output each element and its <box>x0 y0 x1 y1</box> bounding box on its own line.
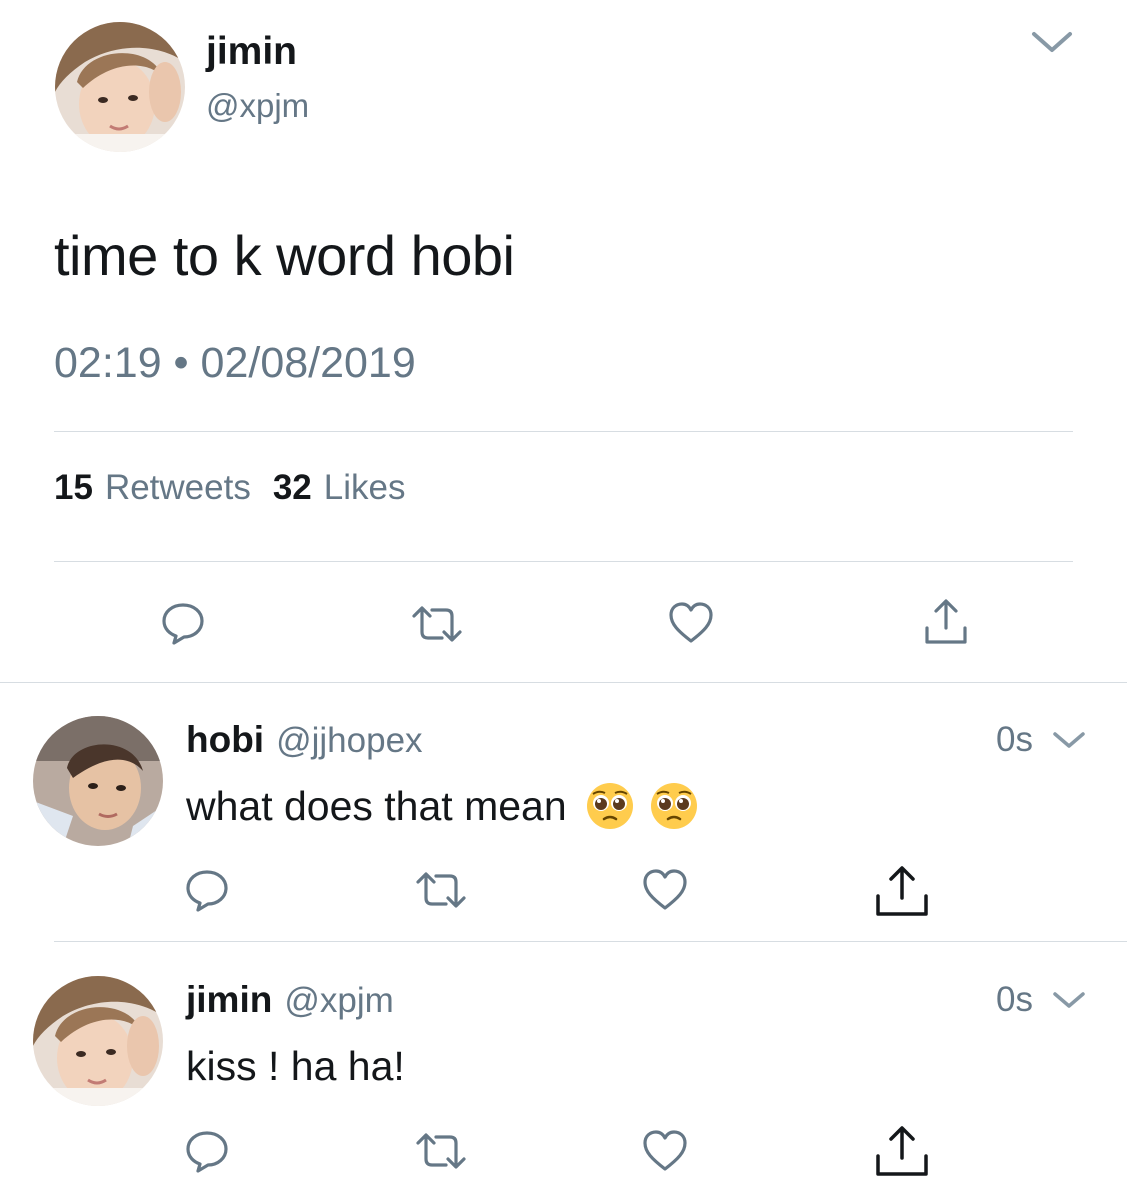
retweet-icon[interactable] <box>414 1131 468 1171</box>
reply-time: 0s <box>996 720 1033 759</box>
divider <box>54 561 1073 562</box>
likes-label[interactable]: Likes <box>324 466 406 510</box>
tweet-stats: 15 Retweets 32 Likes <box>54 466 406 510</box>
retweets-count[interactable]: 15 <box>54 466 93 510</box>
reply-author-avatar[interactable] <box>33 716 163 846</box>
main-tweet-text: time to k word hobi <box>54 224 515 287</box>
likes-count[interactable]: 32 <box>273 466 312 510</box>
reply-text: kiss ! ha ha! <box>186 1043 405 1089</box>
chevron-down-icon[interactable] <box>1052 990 1086 1012</box>
reply-author-handle[interactable]: @jjhopex <box>276 719 422 763</box>
pleading-face-emoji <box>649 781 699 831</box>
like-icon[interactable] <box>642 1129 688 1173</box>
reply-text-row: kiss ! ha ha! <box>186 1040 405 1092</box>
like-icon[interactable] <box>642 868 688 912</box>
reply-icon[interactable] <box>160 600 206 646</box>
retweet-icon[interactable] <box>414 870 468 910</box>
retweets-label[interactable]: Retweets <box>105 466 251 510</box>
pleading-face-emoji <box>585 781 635 831</box>
retweet-icon[interactable] <box>410 604 464 644</box>
divider <box>54 431 1073 432</box>
main-author-name[interactable]: jimin <box>206 30 297 74</box>
reply-icon[interactable] <box>184 867 230 913</box>
share-icon[interactable] <box>922 598 970 646</box>
reply-author-name[interactable]: hobi <box>186 718 264 762</box>
share-icon[interactable] <box>874 1124 930 1178</box>
reply-time: 0s <box>996 980 1033 1019</box>
reply-text: what does that mean <box>186 783 567 829</box>
main-author-avatar[interactable] <box>55 22 185 152</box>
share-icon[interactable] <box>874 864 930 918</box>
reply-author-avatar[interactable] <box>33 976 163 1106</box>
like-icon[interactable] <box>668 601 714 645</box>
main-tweet-timestamp: 02:19 • 02/08/2019 <box>54 339 416 387</box>
reply-author-name[interactable]: jimin <box>186 978 272 1022</box>
reply-header: jimin @xpjm <box>186 978 394 1023</box>
reply-header: hobi @jjhopex <box>186 718 423 763</box>
reply-author-handle[interactable]: @xpjm <box>284 979 393 1023</box>
divider <box>54 941 1127 942</box>
main-author-handle[interactable]: @xpjm <box>206 86 309 126</box>
chevron-down-icon[interactable] <box>1030 28 1074 58</box>
divider <box>0 682 1127 683</box>
reply-icon[interactable] <box>184 1128 230 1174</box>
reply-text-row: what does that mean <box>186 780 699 832</box>
chevron-down-icon[interactable] <box>1052 730 1086 752</box>
